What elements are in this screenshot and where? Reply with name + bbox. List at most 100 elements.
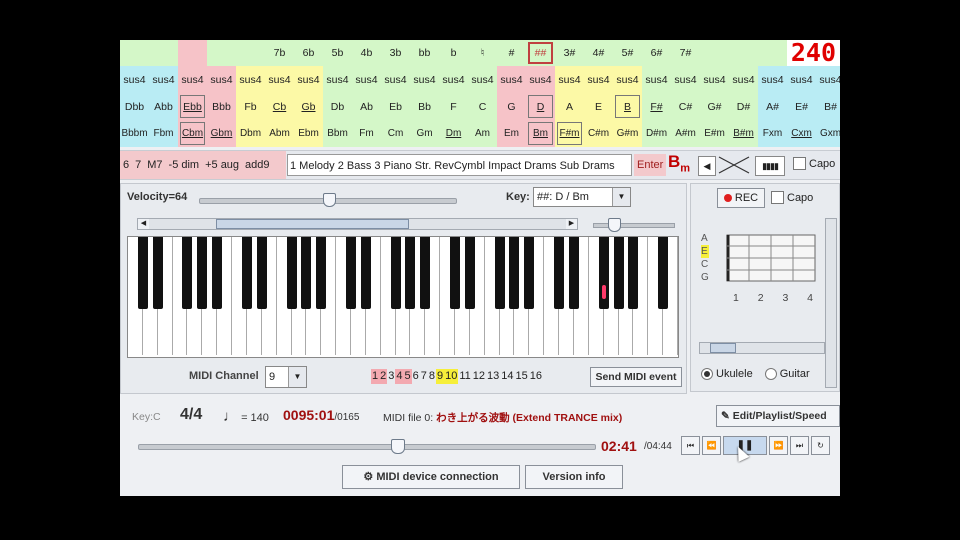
maj-cell[interactable]: E# [787, 93, 816, 120]
radio-icon[interactable] [701, 368, 713, 381]
chord-modifier-button[interactable]: -5 dim [169, 159, 200, 171]
maj-cell[interactable]: B# [816, 93, 840, 120]
sus4-cell[interactable]: sus4 [816, 66, 840, 93]
min-cell[interactable]: Cbm [178, 120, 207, 147]
black-key[interactable] [137, 237, 148, 309]
keysig-cell[interactable]: 7# [671, 40, 700, 66]
maj-cell[interactable]: A# [758, 93, 787, 120]
piano-keyboard[interactable] [127, 236, 679, 358]
midi-device-connection-button[interactable]: ⚙ MIDI device connection [342, 465, 520, 489]
loop-icon[interactable]: ↻ [811, 436, 830, 455]
channel-number[interactable]: 9 [436, 369, 445, 384]
maj-cell[interactable]: Dbb [120, 93, 149, 120]
scrollbar-thumb[interactable] [216, 219, 409, 229]
chevron-left-icon[interactable]: ◀ [138, 219, 149, 229]
keysig-cell[interactable]: ♮ [468, 40, 497, 66]
min-cell[interactable]: F#m [555, 120, 584, 147]
min-cell[interactable]: Gxm [816, 120, 840, 147]
maj-cell[interactable]: Ebb [178, 93, 207, 120]
channel-number[interactable]: 6 [412, 369, 420, 384]
maj-cell[interactable]: D [526, 93, 555, 120]
maj-cell[interactable]: Abb [149, 93, 178, 120]
chord-modifier-button[interactable]: 7 [135, 159, 141, 171]
channel-number[interactable]: 5 [403, 369, 412, 384]
channel-number[interactable]: 1 [371, 369, 380, 384]
maj-cell[interactable]: Gb [294, 93, 323, 120]
sus4-cell[interactable]: sus4 [555, 66, 584, 93]
rec-button[interactable]: REC [717, 188, 765, 208]
keysig-cell[interactable]: 4b [352, 40, 381, 66]
keysig-cell[interactable]: 6# [642, 40, 671, 66]
enter-button[interactable]: Enter [634, 154, 667, 176]
chevron-right-icon[interactable]: ▶ [566, 219, 577, 229]
track-name-field[interactable]: 1 Melody 2 Bass 3 Piano Str. RevCymbl Im… [287, 154, 632, 176]
keysig-cell[interactable] [758, 40, 787, 66]
channel-number[interactable]: 2 [379, 369, 388, 384]
black-key[interactable] [554, 237, 565, 309]
min-cell[interactable]: Dbm [236, 120, 265, 147]
min-cell[interactable]: Dm [439, 120, 468, 147]
keysig-cell[interactable] [207, 40, 236, 66]
keysig-cell[interactable] [149, 40, 178, 66]
channel-number[interactable]: 11 [458, 369, 471, 384]
maj-cell[interactable]: F# [642, 93, 671, 120]
vertical-scrollbar[interactable] [825, 218, 837, 388]
maj-cell[interactable]: B [613, 93, 642, 120]
fretboard-diagram[interactable] [726, 234, 816, 282]
keysig-cell[interactable]: 5# [613, 40, 642, 66]
channel-number[interactable]: 7 [420, 369, 428, 384]
min-cell[interactable]: Bbbm [120, 120, 149, 147]
keysig-cell[interactable]: 5b [323, 40, 352, 66]
maj-cell[interactable]: Db [323, 93, 352, 120]
channel-number[interactable]: 4 [395, 369, 404, 384]
skip-first-icon[interactable]: ⏮ [681, 436, 700, 455]
black-key[interactable] [360, 237, 371, 309]
channel-number[interactable]: 15 [515, 369, 529, 384]
keysig-cell[interactable]: b [439, 40, 468, 66]
black-key[interactable] [628, 237, 639, 309]
black-key[interactable] [241, 237, 252, 309]
sus4-cell[interactable]: sus4 [439, 66, 468, 93]
min-cell[interactable]: Fbm [149, 120, 178, 147]
min-cell[interactable]: Fxm [758, 120, 787, 147]
channel-number[interactable]: 16 [529, 369, 543, 384]
min-cell[interactable]: Abm [265, 120, 294, 147]
black-key[interactable] [182, 237, 193, 309]
keysig-cell[interactable]: 4# [584, 40, 613, 66]
sus4-cell[interactable]: sus4 [294, 66, 323, 93]
sus4-cell[interactable]: sus4 [265, 66, 294, 93]
sus4-cell[interactable]: sus4 [613, 66, 642, 93]
instrument-radio-ukulele[interactable]: Ukulele [701, 368, 753, 381]
edit-playlist-speed-button[interactable]: ✎ Edit/Playlist/Speed [716, 405, 840, 427]
keysig-cell[interactable]: ## [526, 40, 555, 66]
capo-checkbox[interactable]: Capo [771, 191, 813, 204]
black-key[interactable] [212, 237, 223, 309]
keyboard-icon[interactable]: ▮▮▮▮ [755, 156, 785, 176]
sus4-cell[interactable]: sus4 [207, 66, 236, 93]
black-key-active[interactable] [598, 237, 609, 309]
chord-modifier-button[interactable]: M7 [147, 159, 162, 171]
min-cell[interactable]: C#m [584, 120, 613, 147]
black-key[interactable] [301, 237, 312, 309]
maj-cell[interactable]: E [584, 93, 613, 120]
sus4-cell[interactable]: sus4 [787, 66, 816, 93]
sus4-cell[interactable]: sus4 [700, 66, 729, 93]
min-cell[interactable]: Gbm [207, 120, 236, 147]
sus4-cell[interactable]: sus4 [526, 66, 555, 93]
black-key[interactable] [420, 237, 431, 309]
black-key[interactable] [613, 237, 624, 309]
capo-checkbox-top[interactable]: Capo [793, 157, 835, 170]
keysig-cell[interactable] [236, 40, 265, 66]
sus4-cell[interactable]: sus4 [642, 66, 671, 93]
min-cell[interactable]: E#m [700, 120, 729, 147]
min-cell[interactable]: Gm [410, 120, 439, 147]
black-key[interactable] [524, 237, 535, 309]
maj-cell[interactable]: G [497, 93, 526, 120]
min-cell[interactable]: Fm [352, 120, 381, 147]
min-cell[interactable]: Em [497, 120, 526, 147]
maj-cell[interactable]: Ab [352, 93, 381, 120]
maj-cell[interactable]: Eb [381, 93, 410, 120]
scrollbar-thumb[interactable] [710, 343, 736, 353]
min-cell[interactable]: G#m [613, 120, 642, 147]
sus4-cell[interactable]: sus4 [352, 66, 381, 93]
